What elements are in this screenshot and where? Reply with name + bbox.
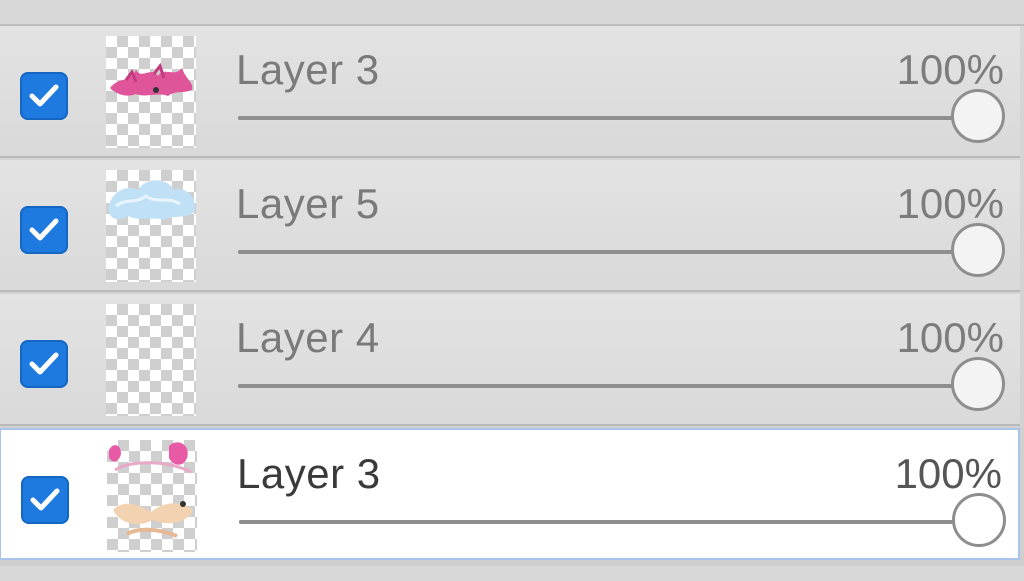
opacity-slider-fill: [238, 250, 978, 254]
visibility-checkbox[interactable]: [21, 476, 69, 524]
layer-name: Layer 3: [236, 46, 380, 93]
opacity-slider-fill: [238, 116, 978, 120]
opacity-slider[interactable]: [238, 89, 1005, 143]
opacity-slider[interactable]: [238, 357, 1005, 411]
visibility-checkbox[interactable]: [20, 72, 68, 120]
opacity-slider-handle[interactable]: [951, 223, 1005, 277]
layer-name: Layer 3: [237, 450, 381, 497]
opacity-slider-handle[interactable]: [952, 493, 1006, 547]
checkmark-icon: [29, 218, 59, 241]
layer-thumbnail[interactable]: [106, 36, 196, 148]
layer-thumbnail[interactable]: [107, 440, 197, 552]
layer-row[interactable]: Layer 4 100%: [0, 294, 1020, 426]
layer-thumbnail[interactable]: [106, 304, 196, 416]
layer-name: Layer 5: [236, 180, 380, 227]
checkmark-icon: [29, 352, 59, 375]
visibility-checkbox[interactable]: [20, 206, 68, 254]
opacity-value: 100%: [894, 450, 1002, 497]
layer-thumbnail[interactable]: [106, 170, 196, 282]
opacity-value: 100%: [896, 314, 1004, 361]
opacity-slider-handle[interactable]: [951, 357, 1005, 411]
opacity-value: 100%: [896, 46, 1004, 93]
layer-row-selected[interactable]: Layer 3 100%: [0, 428, 1020, 560]
opacity-slider-handle[interactable]: [951, 89, 1005, 143]
opacity-value: 100%: [896, 180, 1004, 227]
pink-scribble-thumbnail: [110, 62, 193, 96]
opacity-slider[interactable]: [238, 223, 1005, 277]
opacity-slider[interactable]: [239, 493, 1006, 547]
opacity-slider-fill: [238, 384, 978, 388]
character-sketch-thumbnail: [109, 442, 193, 538]
layer-row[interactable]: Layer 5 100%: [0, 160, 1020, 292]
panel-top-edge: [0, 0, 1024, 26]
layer-row[interactable]: Layer 3 100%: [0, 26, 1020, 158]
opacity-slider-fill: [239, 520, 979, 524]
layers-panel: Layer 3 100% Layer 5 100% Layer 4 100% L…: [0, 0, 1024, 581]
panel-bottom-edge: [0, 566, 1024, 581]
checkmark-icon: [30, 488, 60, 511]
checkmark-icon: [29, 84, 59, 107]
visibility-checkbox[interactable]: [20, 340, 68, 388]
blue-cloud-thumbnail: [108, 180, 195, 220]
layer-name: Layer 4: [236, 314, 380, 361]
